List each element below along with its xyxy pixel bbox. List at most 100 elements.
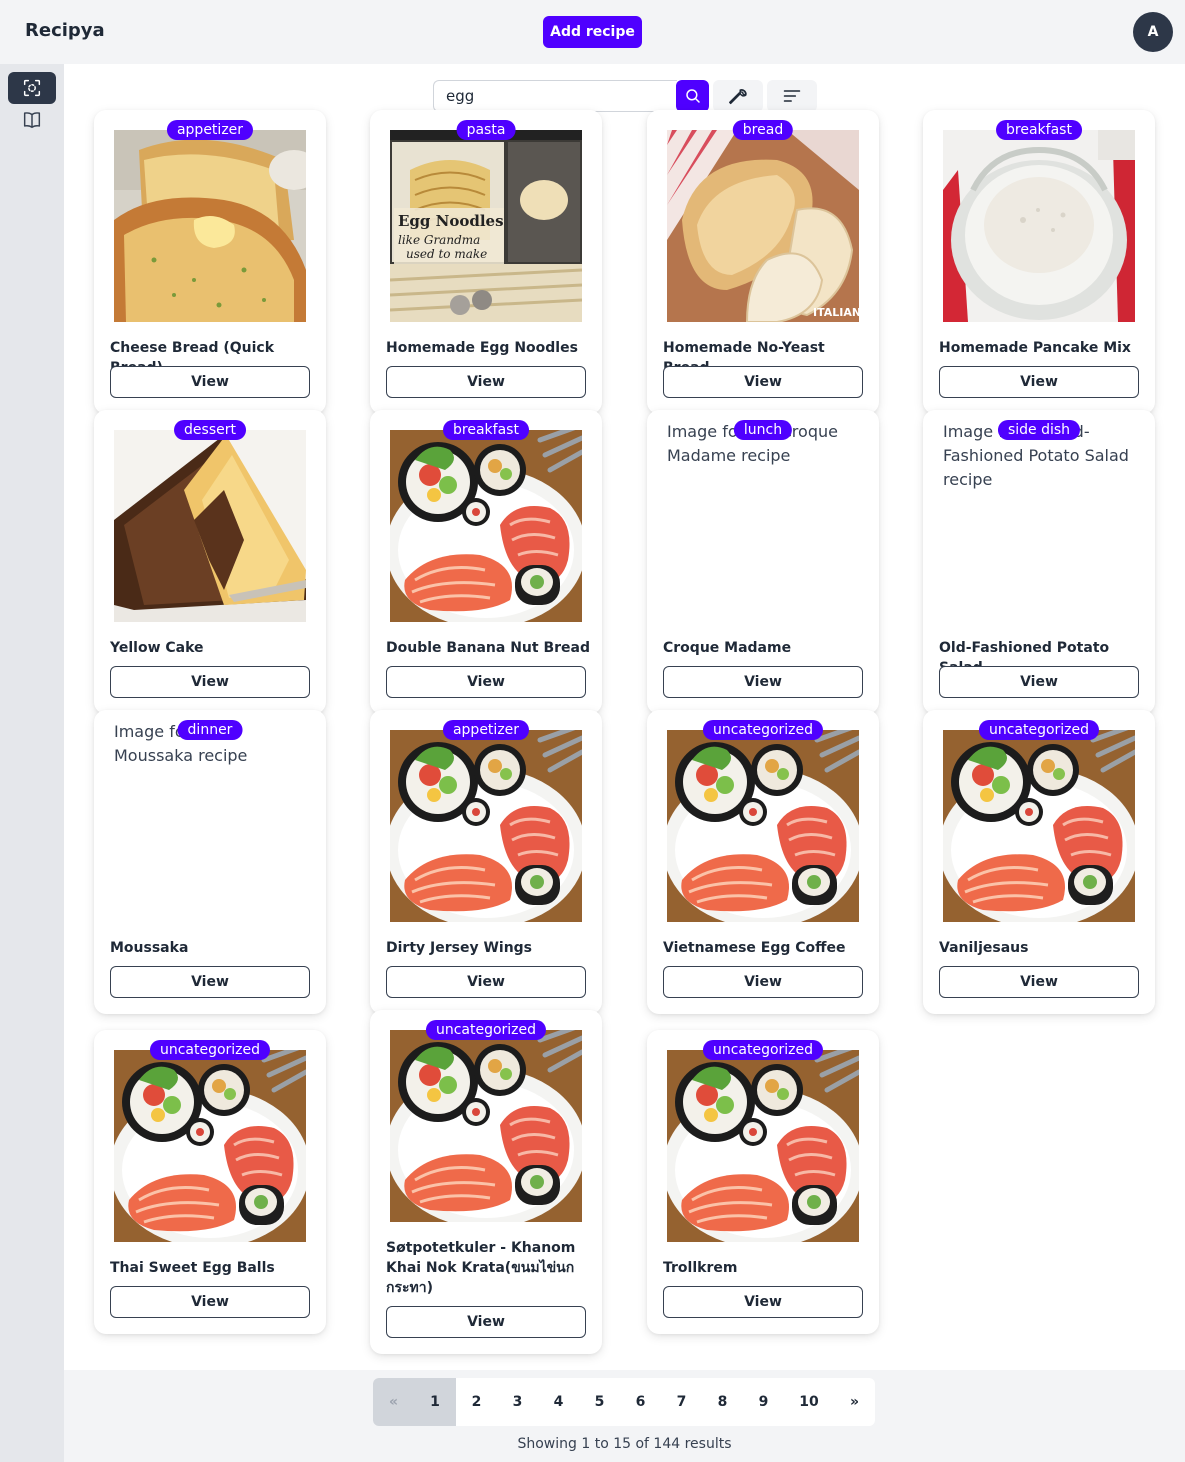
pagination-page[interactable]: 3 bbox=[497, 1378, 538, 1426]
image-caption: used to make bbox=[406, 247, 487, 261]
wrench-icon bbox=[729, 89, 747, 105]
recipe-image[interactable] bbox=[114, 430, 306, 622]
recipe-image[interactable] bbox=[390, 730, 582, 922]
recipe-title: Homemade Pancake Mix bbox=[939, 340, 1131, 356]
recipe-card[interactable]: uncategorized Trollkrem View bbox=[647, 1030, 879, 1334]
sort-button[interactable] bbox=[767, 80, 817, 112]
recipe-title: Croque Madame bbox=[663, 640, 792, 656]
view-recipe-button[interactable]: View bbox=[386, 666, 586, 698]
recipe-card[interactable]: uncategorized Vietnamese Egg Coffee View bbox=[647, 710, 879, 1014]
view-recipe-button[interactable]: View bbox=[110, 966, 310, 998]
view-recipe-button[interactable]: View bbox=[663, 666, 863, 698]
user-avatar[interactable]: A bbox=[1133, 12, 1173, 52]
category-badge: uncategorized bbox=[978, 720, 1100, 740]
recipe-title: Trollkrem bbox=[663, 1260, 738, 1276]
recipe-title: Vaniljesaus bbox=[939, 940, 1029, 956]
recipe-title: Yellow Cake bbox=[110, 640, 204, 656]
recipe-title: Homemade Egg Noodles bbox=[386, 340, 578, 356]
view-recipe-button[interactable]: View bbox=[939, 366, 1139, 398]
recipe-image[interactable] bbox=[390, 1030, 582, 1222]
recipe-card[interactable]: uncategorized Thai Sweet Egg Balls View bbox=[94, 1030, 326, 1334]
view-recipe-button[interactable]: View bbox=[939, 966, 1139, 998]
recipe-title: Vietnamese Egg Coffee bbox=[663, 940, 846, 956]
recipe-title: Dirty Jersey Wings bbox=[386, 940, 533, 956]
pagination-page[interactable]: 10 bbox=[784, 1378, 834, 1426]
category-badge: breakfast bbox=[443, 420, 529, 440]
recipe-image[interactable]: Egg Noodles like Grandma used to make bbox=[390, 130, 582, 322]
sidebar-item-cookbooks[interactable] bbox=[8, 104, 56, 136]
recipe-title: Moussaka bbox=[110, 940, 189, 956]
view-recipe-button[interactable]: View bbox=[663, 1286, 863, 1318]
recipe-card[interactable]: appetizerCheese Bread (Quick Bread)View bbox=[94, 110, 326, 414]
image-watermark: ITALIAN bbox=[813, 306, 859, 319]
recipe-image[interactable]: ITALIAN bbox=[667, 130, 859, 322]
category-badge: breakfast bbox=[996, 120, 1082, 140]
sidebar bbox=[0, 64, 64, 1462]
category-badge: uncategorized bbox=[702, 720, 824, 740]
pagination-page[interactable]: 6 bbox=[620, 1378, 661, 1426]
view-recipe-button[interactable]: View bbox=[386, 966, 586, 998]
view-recipe-button[interactable]: View bbox=[939, 666, 1139, 698]
top-bar: Recipya Add recipe A bbox=[0, 0, 1185, 64]
sidebar-item-scan[interactable] bbox=[8, 72, 56, 104]
recipe-card[interactable]: Image for the Moussaka recipe dinner Mouss… bbox=[94, 710, 326, 1014]
category-badge: appetizer bbox=[442, 720, 530, 740]
category-badge: side dish bbox=[997, 420, 1081, 440]
recipe-image[interactable] bbox=[114, 1050, 306, 1242]
recipe-card[interactable]: breakfast Homemade Pancake Mix View bbox=[923, 110, 1155, 414]
recipe-card[interactable]: uncategorized Vaniljesaus View bbox=[923, 710, 1155, 1014]
add-recipe-button[interactable]: Add recipe bbox=[543, 16, 642, 48]
search-bar bbox=[433, 80, 709, 112]
pagination-page[interactable]: 8 bbox=[702, 1378, 743, 1426]
recipe-card[interactable]: breakfast Double Banana Nut Bread View bbox=[370, 410, 602, 714]
search-button[interactable] bbox=[676, 80, 709, 112]
advanced-search-button[interactable] bbox=[713, 80, 763, 112]
app-brand[interactable]: Recipya bbox=[25, 20, 105, 41]
view-recipe-button[interactable]: View bbox=[110, 1286, 310, 1318]
category-badge: uncategorized bbox=[425, 1020, 547, 1040]
pagination-page[interactable]: 9 bbox=[743, 1378, 784, 1426]
recipe-image[interactable] bbox=[667, 1050, 859, 1242]
recipe-card[interactable]: uncategorized Søtpotetkuler - Khanom Khai… bbox=[370, 1010, 602, 1354]
recipe-image[interactable] bbox=[943, 730, 1135, 922]
recipe-image[interactable] bbox=[943, 130, 1135, 322]
recipe-card[interactable]: Egg Noodles like Grandma used to make pasta… bbox=[370, 110, 602, 414]
category-badge: appetizer bbox=[166, 120, 254, 140]
recipe-title: Double Banana Nut Bread bbox=[386, 640, 591, 656]
view-recipe-button[interactable]: View bbox=[386, 1306, 586, 1338]
recipe-card[interactable]: ITALIANbreadHomemade No-Yeast BreadView bbox=[647, 110, 879, 414]
category-badge: bread bbox=[732, 120, 794, 140]
image-caption: like Grandma bbox=[398, 233, 480, 247]
pagination-next[interactable]: » bbox=[834, 1378, 875, 1426]
category-badge: dinner bbox=[177, 720, 243, 740]
pagination-page[interactable]: 1 bbox=[414, 1378, 456, 1426]
recipe-image[interactable] bbox=[667, 730, 859, 922]
book-icon bbox=[23, 112, 41, 129]
sort-icon bbox=[783, 90, 801, 102]
pagination-page[interactable]: 7 bbox=[661, 1378, 702, 1426]
pagination: «1 2 3 4 5 6 7 8 9 10» bbox=[373, 1378, 875, 1426]
recipe-image[interactable] bbox=[114, 130, 306, 322]
recipe-title: Søtpotetkuler - Khanom Khai Nok Krata(ขน… bbox=[386, 1240, 576, 1296]
category-badge: uncategorized bbox=[702, 1040, 824, 1060]
image-caption: Egg Noodles bbox=[398, 212, 504, 230]
category-badge: pasta bbox=[456, 120, 516, 140]
pagination-page[interactable]: 5 bbox=[579, 1378, 620, 1426]
view-recipe-button[interactable]: View bbox=[110, 666, 310, 698]
recipe-card[interactable]: dessert Yellow Cake View bbox=[94, 410, 326, 714]
pagination-prev[interactable]: « bbox=[373, 1378, 414, 1426]
scan-icon bbox=[23, 79, 41, 97]
search-input[interactable] bbox=[433, 80, 677, 112]
view-recipe-button[interactable]: View bbox=[663, 366, 863, 398]
view-recipe-button[interactable]: View bbox=[663, 966, 863, 998]
recipe-card[interactable]: appetizer Dirty Jersey Wings View bbox=[370, 710, 602, 1014]
category-badge: dessert bbox=[174, 420, 246, 440]
recipe-card[interactable]: Image for the Old-Fashioned Potato Salad… bbox=[923, 410, 1155, 714]
pagination-page[interactable]: 2 bbox=[456, 1378, 497, 1426]
recipe-image[interactable] bbox=[390, 430, 582, 622]
pagination-page[interactable]: 4 bbox=[538, 1378, 579, 1426]
view-recipe-button[interactable]: View bbox=[110, 366, 310, 398]
view-recipe-button[interactable]: View bbox=[386, 366, 586, 398]
category-badge: uncategorized bbox=[149, 1040, 271, 1060]
recipe-card[interactable]: Image for the Croque Madame recipelunchC… bbox=[647, 410, 879, 714]
